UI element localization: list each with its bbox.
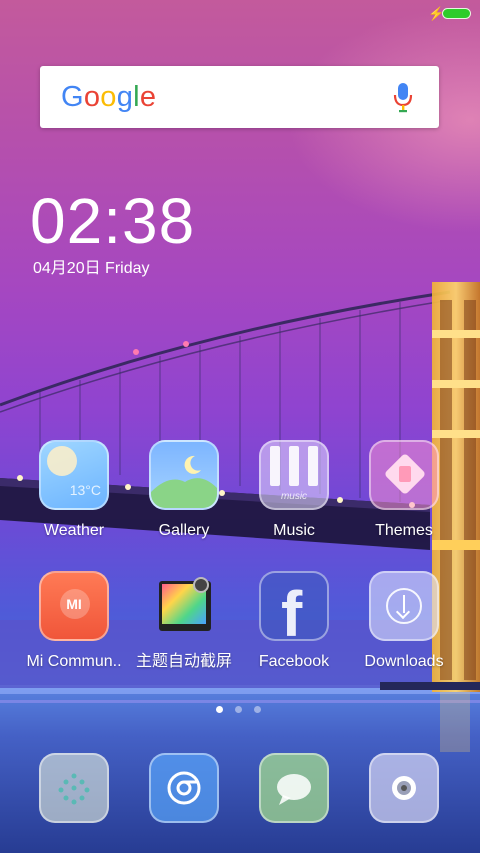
page-dot[interactable] [254,706,261,713]
app-label: Mi Commun.. [26,653,122,670]
app-label: Music [273,522,315,539]
themes-icon [369,440,439,510]
music-icon: music [259,440,329,510]
weather-icon: 13°C [39,440,109,510]
app-music[interactable]: music Music [239,440,349,541]
app-label: Downloads [364,653,444,670]
music-icon-text: music [280,491,308,502]
mic-icon[interactable] [393,83,413,113]
app-mi-community[interactable]: MI Mi Commun.. [19,571,129,672]
app-label: Facebook [258,653,330,670]
page-dot[interactable] [235,706,242,713]
app-auto-screenshot[interactable]: 主题自动截屏 [129,571,239,672]
clock-time[interactable]: 02:38 [30,185,195,257]
messages-icon[interactable] [259,753,329,823]
app-weather[interactable]: 13°C Weather [19,440,129,541]
app-label: Weather [43,522,105,539]
downloads-icon [369,571,439,641]
google-logo: Google [61,81,157,113]
app-label: Gallery [158,522,210,539]
mi-community-icon: MI [39,571,109,641]
screenshot-icon [149,571,219,641]
status-bar: ⚡ [0,0,480,28]
mi-logo-text: MI [66,596,82,612]
app-themes[interactable]: Themes [349,440,459,541]
camera-icon[interactable] [369,753,439,823]
app-facebook[interactable]: f Facebook [239,571,349,672]
facebook-f-glyph: f [281,578,303,641]
battery-icon [442,8,471,19]
page-dot-active[interactable] [216,706,223,713]
chrome-icon[interactable] [149,753,219,823]
phone-icon[interactable] [39,753,109,823]
weather-temp-text: 13°C [69,482,101,498]
gallery-icon [149,440,219,510]
app-gallery[interactable]: Gallery [129,440,239,541]
facebook-icon: f [259,571,329,641]
google-search-bar[interactable]: Google [40,66,439,128]
app-label: 主题自动截屏 [135,653,232,670]
app-label: Themes [375,522,433,539]
clock-date: 04月20日 Friday [33,260,150,277]
app-downloads[interactable]: Downloads [349,571,459,672]
